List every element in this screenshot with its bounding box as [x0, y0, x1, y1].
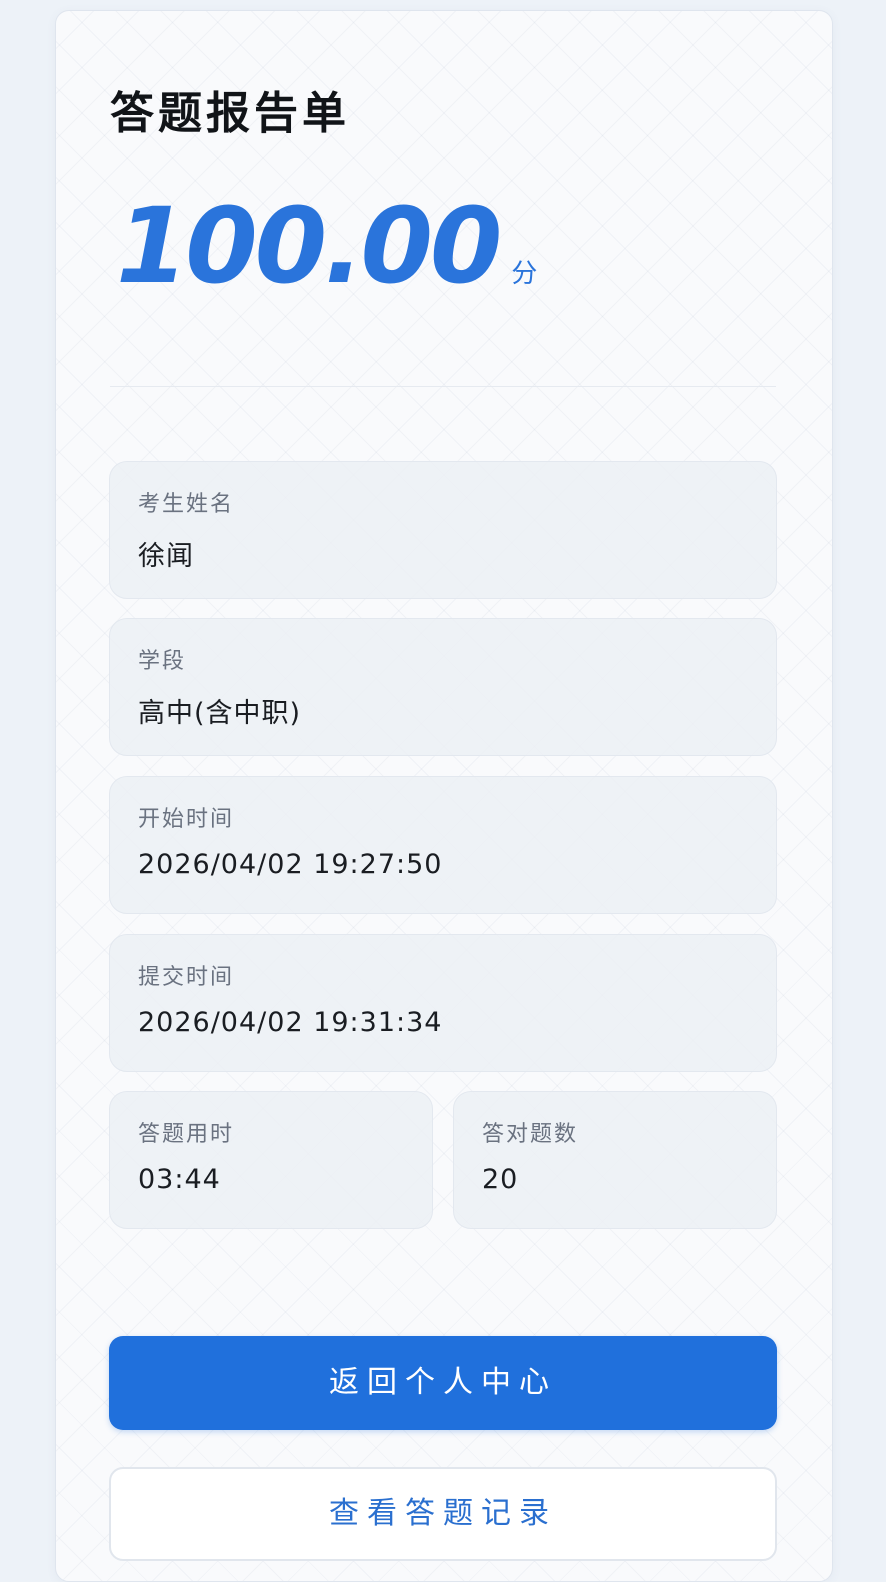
field-value: 03:44	[138, 1164, 221, 1195]
field-label: 答对题数	[482, 1122, 579, 1147]
field-value: 高中(含中职)	[138, 698, 302, 729]
field-value: 2026/04/02 19:27:50	[138, 849, 443, 880]
score-unit: 分	[511, 259, 538, 289]
field-label: 开始时间	[138, 807, 235, 832]
view-records-button[interactable]: 查看答题记录	[109, 1467, 777, 1561]
field-value: 20	[482, 1164, 519, 1195]
field-school-stage: 学段 高中(含中职)	[109, 618, 777, 756]
field-submit-time: 提交时间 2026/04/02 19:31:34	[109, 934, 777, 1072]
divider	[110, 386, 776, 387]
field-correct-count: 答对题数 20	[453, 1091, 777, 1229]
field-label: 提交时间	[138, 965, 235, 990]
field-start-time: 开始时间 2026/04/02 19:27:50	[109, 776, 777, 914]
field-label: 学段	[138, 649, 187, 674]
score-value: 100.00	[116, 185, 502, 307]
field-duration: 答题用时 03:44	[109, 1091, 433, 1229]
field-label: 考生姓名	[138, 492, 235, 517]
page-title: 答题报告单	[110, 88, 350, 139]
field-value: 徐闻	[138, 541, 194, 572]
field-candidate-name: 考生姓名 徐闻	[109, 461, 777, 599]
field-label: 答题用时	[138, 1122, 235, 1147]
back-to-profile-button[interactable]: 返回个人中心	[109, 1336, 777, 1430]
score-display: 100.00 分	[116, 186, 537, 306]
field-value: 2026/04/02 19:31:34	[138, 1007, 443, 1038]
